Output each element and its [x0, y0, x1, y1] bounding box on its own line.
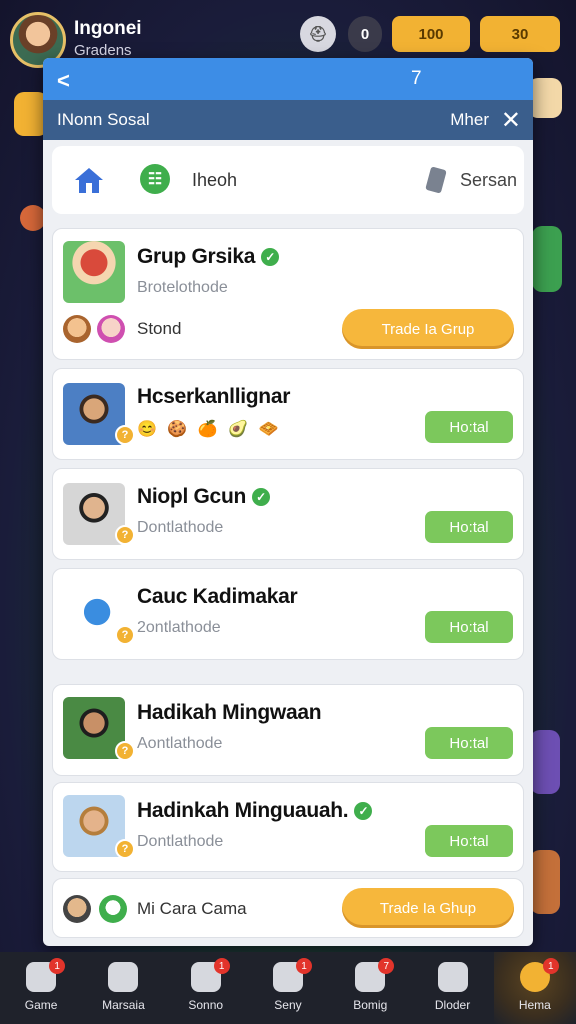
group-card[interactable]: ? Cauc Kadimakar 2ontlathode Ho:tal	[52, 568, 524, 660]
nav-badge: 1	[49, 958, 66, 974]
more-link[interactable]: Mher	[450, 110, 489, 130]
card-subtitle: Dontlathode	[137, 833, 224, 850]
group-card[interactable]: ? Niopl Gcun ✓ Dontlathode Ho:tal	[52, 468, 524, 560]
thumb-badge: ?	[115, 425, 135, 445]
robot-icon	[63, 895, 91, 923]
card-subtitle: 2ontlathode	[137, 619, 221, 636]
nav-badge: 1	[295, 958, 312, 974]
nav-seny[interactable]: 1 Seny	[247, 952, 329, 1024]
top-bar: Ingonei Gradens ⛑ 0 100 30	[0, 0, 576, 68]
group-card[interactable]: ? Hadinkah Minguauah. ✓ Dontlathode Ho:ta…	[52, 782, 524, 872]
thumb-badge: ?	[115, 839, 135, 859]
nav-label: Bomig	[353, 998, 388, 1012]
join-button[interactable]: Ho:tal	[425, 727, 513, 759]
nav-label: Hema	[518, 998, 551, 1012]
nav-badge: 1	[213, 958, 230, 974]
card-title-text: Niopl Gcun	[137, 485, 246, 508]
group-card[interactable]: ? Hcserkanllignar 😊 🍪 🍊 🥑 🧇 Ho:tal	[52, 368, 524, 460]
card-status-label: Mi Cara Cama	[137, 899, 247, 918]
wrench-icon	[108, 962, 139, 992]
mail-value: 30	[511, 25, 529, 43]
thumb-badge: ?	[115, 741, 135, 761]
card-title: Grup Grsika ✓	[137, 245, 280, 269]
bottom-nav: 1 Game Marsaia 1 Sonno 1 Seny 7 Bomig Dl…	[0, 952, 576, 1024]
card-title-text: Grup Grsika	[137, 245, 256, 268]
nav-label: Sonno	[188, 998, 224, 1012]
emoji-row: 😊 🍪 🍊 🥑 🧇	[137, 421, 282, 438]
gift-value: 100	[418, 25, 444, 43]
nav-label: Seny	[274, 998, 302, 1012]
search-icon[interactable]	[425, 166, 447, 194]
card-subtitle: Aontlathode	[137, 735, 223, 752]
card-title: Hadikah Mingwaan	[137, 701, 322, 724]
verified-icon: ✓	[252, 488, 270, 506]
side-character-icon[interactable]	[528, 78, 562, 118]
nav-badge: 1	[542, 958, 559, 974]
helmet-icon[interactable]: ⛑	[300, 16, 336, 52]
nav-dloder[interactable]: Dloder	[411, 952, 493, 1024]
join-button[interactable]: Ho:tal	[425, 511, 513, 543]
nav-sonno[interactable]: 1 Sonno	[165, 952, 247, 1024]
tab-bar: ☷ Iheoh Sersan	[52, 146, 524, 214]
member-avatar	[63, 315, 91, 343]
panel-subtitle: INonn Sosal	[57, 110, 150, 129]
back-icon[interactable]: <	[57, 68, 70, 94]
mail-counter[interactable]: 30	[480, 16, 560, 52]
side-chest-icon[interactable]	[530, 850, 560, 914]
social-panel: < 7 INonn Sosal Mher ✕ ☷ Iheoh Sersan Gr…	[43, 58, 533, 946]
group-card[interactable]: Mi Cara Cama Trade Ia Ghup	[52, 878, 524, 938]
player-name: Ingonei	[74, 18, 142, 39]
nav-hema[interactable]: 1 Hema	[493, 952, 576, 1024]
member-avatar	[97, 315, 125, 343]
coin-counter[interactable]: 0	[348, 16, 382, 52]
side-tool-icon[interactable]	[530, 730, 560, 794]
search-label[interactable]: Sersan	[460, 170, 517, 191]
trade-group-button[interactable]: Trade Ia Ghup	[342, 888, 514, 928]
group-card[interactable]: ? Hadikah Mingwaan Aontlathode Ho:tal	[52, 684, 524, 776]
card-title: Cauc Kadimakar	[137, 585, 298, 608]
join-button[interactable]: Ho:tal	[425, 825, 513, 857]
refresh-icon	[99, 895, 127, 923]
header-number: 7	[411, 68, 422, 89]
group-thumbnail	[63, 241, 125, 303]
nav-marsaia[interactable]: Marsaia	[82, 952, 164, 1024]
nav-label: Dloder	[434, 998, 471, 1012]
nav-game[interactable]: 1 Game	[0, 952, 82, 1024]
card-status-label: Stond	[137, 319, 182, 338]
panel-header: < 7	[43, 58, 533, 100]
verified-icon: ✓	[354, 802, 373, 820]
nav-bomig[interactable]: 7 Bomig	[329, 952, 411, 1024]
card-title: Hcserkanllignar	[137, 385, 291, 408]
join-button[interactable]: Ho:tal	[425, 611, 513, 643]
card-subtitle: Dontlathode	[137, 519, 224, 536]
nav-label: Marsaia	[102, 998, 145, 1012]
nav-label: Game	[24, 998, 58, 1012]
group-card[interactable]: Grup Grsika ✓ Brotelothode Stond Trade Ia…	[52, 228, 524, 360]
profile-icon	[437, 962, 468, 992]
gift-counter[interactable]: 100	[392, 16, 470, 52]
close-icon[interactable]: ✕	[501, 106, 521, 135]
card-title-text: Hadinkah Minguauah.	[137, 799, 349, 822]
card-title: Hadinkah Minguauah. ✓	[137, 799, 373, 823]
side-gift-icon[interactable]	[532, 226, 562, 292]
panel-subheader: INonn Sosal Mher ✕	[43, 100, 533, 140]
verified-icon: ✓	[261, 248, 280, 266]
nav-badge: 7	[378, 958, 395, 974]
trade-group-button[interactable]: Trade Ia Grup	[342, 309, 514, 349]
tab-label[interactable]: Iheoh	[192, 170, 237, 191]
group-tab-icon[interactable]: ☷	[140, 164, 170, 194]
home-icon[interactable]	[74, 166, 104, 194]
card-subtitle: Brotelothode	[137, 279, 228, 296]
thumb-badge: ?	[115, 625, 135, 645]
player-subtitle: Gradens	[74, 42, 132, 59]
thumb-badge: ?	[115, 525, 135, 545]
join-button[interactable]: Ho:tal	[425, 411, 513, 443]
card-title: Niopl Gcun ✓	[137, 485, 270, 509]
